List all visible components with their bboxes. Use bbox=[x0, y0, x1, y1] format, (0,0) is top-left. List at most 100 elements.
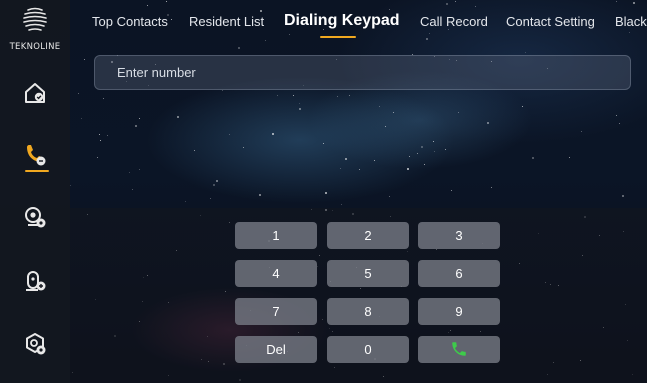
star bbox=[102, 97, 104, 99]
star bbox=[491, 186, 493, 188]
star bbox=[384, 125, 386, 127]
star bbox=[615, 115, 617, 117]
star bbox=[531, 156, 534, 159]
sidebar-active-indicator bbox=[25, 170, 49, 172]
star bbox=[171, 19, 173, 21]
star bbox=[293, 94, 295, 96]
key-7[interactable]: 7 bbox=[235, 298, 317, 325]
star bbox=[193, 149, 195, 151]
tab-blacklist[interactable]: Black bbox=[615, 14, 647, 29]
star bbox=[448, 29, 450, 31]
star bbox=[99, 133, 101, 135]
brand-logo: TEKNOLINE bbox=[0, 2, 70, 54]
key-5[interactable]: 5 bbox=[327, 260, 409, 287]
star bbox=[258, 193, 261, 196]
key-6[interactable]: 6 bbox=[418, 260, 500, 287]
door-unlock-icon bbox=[26, 271, 46, 291]
star bbox=[185, 200, 187, 202]
star bbox=[344, 157, 347, 160]
star bbox=[416, 152, 418, 154]
star bbox=[77, 93, 79, 95]
sidebar-item-monitor[interactable] bbox=[22, 205, 48, 231]
star bbox=[450, 189, 452, 191]
star bbox=[434, 150, 436, 152]
star bbox=[521, 106, 523, 108]
star bbox=[324, 192, 327, 195]
star bbox=[277, 95, 279, 97]
delete-button[interactable]: Del bbox=[235, 336, 317, 363]
tab-dialing-keypad[interactable]: Dialing Keypad bbox=[284, 12, 400, 30]
key-9[interactable]: 9 bbox=[418, 298, 500, 325]
star bbox=[265, 39, 267, 41]
star bbox=[228, 134, 230, 135]
tab-resident-list[interactable]: Resident List bbox=[189, 14, 264, 29]
star bbox=[568, 157, 570, 159]
key-8[interactable]: 8 bbox=[327, 298, 409, 325]
star bbox=[621, 195, 624, 198]
star bbox=[388, 195, 390, 197]
star bbox=[260, 10, 263, 13]
sidebar-item-settings[interactable] bbox=[22, 331, 48, 357]
star bbox=[629, 31, 631, 33]
key-4[interactable]: 4 bbox=[235, 260, 317, 287]
star bbox=[166, 1, 168, 3]
tab-top-contacts[interactable]: Top Contacts bbox=[92, 14, 168, 29]
star bbox=[619, 123, 621, 125]
star bbox=[423, 163, 425, 165]
tab-contact-setting[interactable]: Contact Setting bbox=[506, 14, 595, 29]
star bbox=[298, 102, 300, 104]
star bbox=[134, 124, 137, 127]
star bbox=[432, 140, 434, 142]
star bbox=[580, 130, 582, 132]
star bbox=[358, 168, 360, 170]
star bbox=[322, 143, 324, 145]
star bbox=[106, 135, 108, 137]
star bbox=[70, 185, 72, 187]
number-input[interactable] bbox=[94, 55, 631, 90]
star bbox=[632, 1, 635, 4]
star bbox=[139, 168, 141, 170]
sidebar-item-home[interactable] bbox=[22, 80, 48, 106]
star bbox=[81, 117, 83, 119]
star bbox=[84, 58, 86, 60]
key-2[interactable]: 2 bbox=[327, 222, 409, 249]
star bbox=[524, 51, 526, 53]
star bbox=[272, 133, 275, 136]
star bbox=[212, 183, 215, 186]
star bbox=[215, 180, 218, 183]
sidebar-item-unlock[interactable] bbox=[22, 268, 48, 294]
star bbox=[408, 156, 410, 158]
brand-name: TEKNOLINE bbox=[9, 42, 61, 52]
star bbox=[616, 0, 618, 2]
star bbox=[131, 188, 133, 190]
star bbox=[209, 198, 211, 200]
phone-call-icon bbox=[452, 342, 466, 356]
star bbox=[298, 107, 301, 110]
star bbox=[457, 112, 459, 114]
star bbox=[406, 167, 409, 170]
star bbox=[445, 148, 447, 150]
call-button[interactable] bbox=[418, 336, 500, 363]
star bbox=[454, 1, 456, 3]
phone-icon bbox=[27, 145, 46, 166]
sidebar-item-calls[interactable] bbox=[22, 142, 48, 168]
star bbox=[177, 115, 180, 118]
globe-logo-icon bbox=[23, 7, 47, 31]
star bbox=[339, 167, 341, 169]
tab-call-record[interactable]: Call Record bbox=[420, 14, 488, 29]
star bbox=[341, 203, 343, 205]
star bbox=[243, 146, 245, 148]
star bbox=[288, 34, 290, 36]
star bbox=[138, 118, 140, 120]
star bbox=[426, 37, 429, 40]
star bbox=[99, 140, 101, 142]
star bbox=[373, 160, 375, 162]
star bbox=[388, 9, 390, 11]
key-0[interactable]: 0 bbox=[327, 336, 409, 363]
key-3[interactable]: 3 bbox=[418, 222, 500, 249]
star bbox=[238, 46, 241, 49]
star bbox=[348, 95, 350, 97]
star bbox=[420, 146, 423, 148]
settings-icon bbox=[26, 333, 46, 355]
key-1[interactable]: 1 bbox=[235, 222, 317, 249]
